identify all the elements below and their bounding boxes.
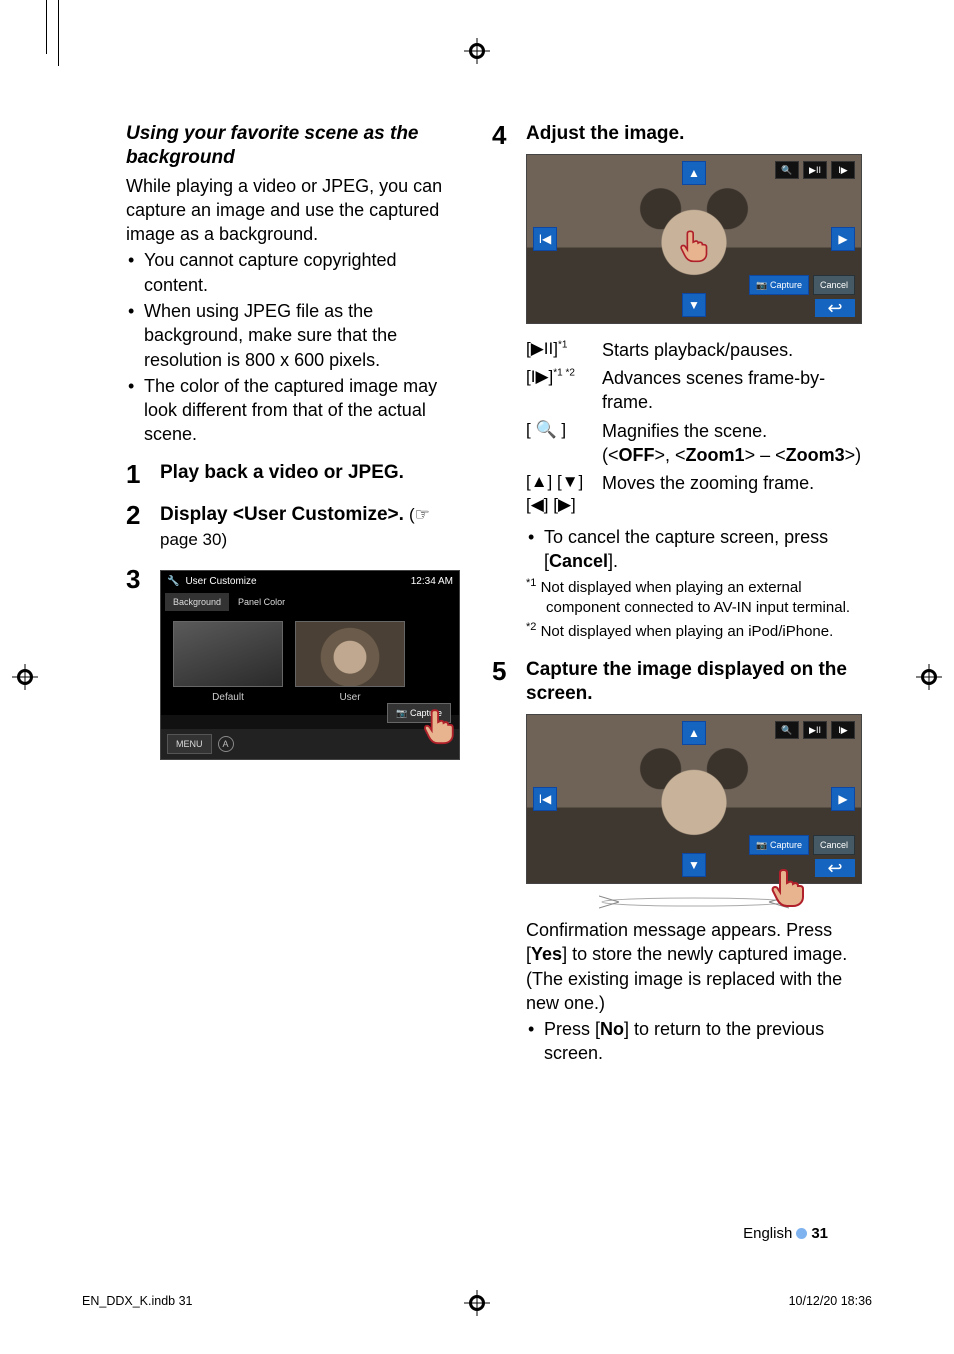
frame-advance-button[interactable]: I▶: [831, 161, 855, 179]
registration-mark-icon: [916, 664, 942, 690]
screenshot-title: User Customize: [185, 575, 256, 589]
step-2-title: Display <User Customize>.: [160, 504, 404, 525]
zoom-button[interactable]: 🔍: [775, 161, 799, 179]
screenshot-clock: 12:34 AM: [411, 575, 453, 589]
step-4-title: Adjust the image.: [526, 122, 862, 146]
capture-button[interactable]: 📷 Capture: [749, 835, 809, 855]
tab-background[interactable]: Background: [165, 593, 229, 611]
touch-pointer-icon: [764, 860, 812, 908]
zoom-button[interactable]: 🔍: [775, 721, 799, 739]
magnify-icon: 🔍: [535, 420, 556, 439]
registration-mark-icon: [464, 38, 490, 64]
step-number-2: 2: [126, 502, 148, 529]
intro-bullet: The color of the captured image may look…: [126, 374, 462, 447]
frame-advance-button[interactable]: I▶: [831, 721, 855, 739]
nav-up-button[interactable]: ▲: [682, 721, 706, 745]
touch-pointer-icon: [674, 223, 714, 263]
step-1-title: Play back a video or JPEG.: [160, 461, 462, 485]
confirmation-text: Confirmation message appears. Press [Yes…: [526, 918, 862, 1015]
registration-mark-icon: [12, 664, 38, 690]
crop-mark: [46, 0, 47, 54]
adjust-image-screenshot: ▲ ▼ I◀ ▶ 🔍 ▶II I▶ 📷 Capture Cancel: [526, 154, 862, 324]
control-frame-advance-desc: Advances scenes frame-by-frame.: [602, 366, 862, 415]
section-heading: Using your favorite scene as the backgro…: [126, 122, 462, 170]
control-play-pause-desc: Starts playback/pauses.: [602, 338, 862, 362]
no-instruction: Press [No] to return to the previous scr…: [526, 1017, 862, 1066]
cancel-button[interactable]: Cancel: [813, 275, 855, 295]
footnote-2: *2 Not displayed when playing an iPod/iP…: [526, 620, 862, 642]
play-pause-button[interactable]: ▶II: [803, 161, 827, 179]
control-zoom-desc: Magnifies the scene. (<OFF>, <Zoom1> – <…: [602, 419, 862, 468]
return-button[interactable]: ↩: [815, 859, 855, 877]
thumbnail-default[interactable]: [173, 621, 283, 687]
intro-bullet: When using JPEG file as the background, …: [126, 299, 462, 372]
flash-effect-icon: [599, 890, 789, 914]
user-customize-screenshot: 🔧 User Customize 12:34 AM Background Pan…: [160, 570, 460, 760]
step-number-3: 3: [126, 566, 148, 593]
nav-next-button[interactable]: ▶: [831, 227, 855, 251]
control-arrows-key: [▲] [▼] [◀] [▶]: [526, 471, 594, 517]
control-arrows-desc: Moves the zooming frame.: [602, 471, 862, 495]
crop-mark: [58, 0, 59, 66]
meta-timestamp: 10/12/20 18:36: [789, 1293, 872, 1310]
thumbnail-default-label: Default: [173, 691, 283, 705]
nav-down-button[interactable]: ▼: [682, 853, 706, 877]
page-footer: English31: [743, 1224, 828, 1244]
capture-button[interactable]: 📷 Capture: [749, 275, 809, 295]
nav-up-button[interactable]: ▲: [682, 161, 706, 185]
print-meta-footer: EN_DDX_K.indb 31 10/12/20 18:36: [82, 1293, 872, 1310]
meta-file: EN_DDX_K.indb 31: [82, 1293, 192, 1310]
capture-image-screenshot: ▲ ▼ I◀ ▶ 🔍 ▶II I▶ 📷 Capture Cancel: [526, 714, 862, 884]
return-button[interactable]: ↩: [815, 299, 855, 317]
touch-pointer-icon: [417, 701, 460, 745]
step-number-4: 4: [492, 122, 514, 149]
play-pause-button[interactable]: ▶II: [803, 721, 827, 739]
av-button[interactable]: A: [218, 736, 234, 752]
control-frame-advance-key: [I▶]*1 *2: [526, 366, 594, 389]
step-5-title: Capture the image displayed on the scree…: [526, 658, 862, 706]
nav-prev-button[interactable]: I◀: [533, 227, 557, 251]
tab-panel-color[interactable]: Panel Color: [230, 593, 293, 611]
wrench-icon: 🔧: [167, 575, 179, 589]
nav-next-button[interactable]: ▶: [831, 787, 855, 811]
step-number-5: 5: [492, 658, 514, 685]
thumbnail-user[interactable]: [295, 621, 405, 687]
menu-button[interactable]: MENU: [167, 734, 212, 754]
nav-prev-button[interactable]: I◀: [533, 787, 557, 811]
cancel-button[interactable]: Cancel: [813, 835, 855, 855]
control-zoom-key: [ 🔍 ]: [526, 419, 594, 442]
intro-bullet: You cannot capture copyrighted content.: [126, 248, 462, 297]
control-play-pause-key: [▶II]*1: [526, 338, 594, 361]
cancel-instruction: To cancel the capture screen, press [Can…: [526, 525, 862, 574]
intro-paragraph: While playing a video or JPEG, you can c…: [126, 174, 462, 247]
nav-down-button[interactable]: ▼: [682, 293, 706, 317]
footnote-1: *1 Not displayed when playing an externa…: [526, 576, 862, 619]
step-number-1: 1: [126, 461, 148, 488]
